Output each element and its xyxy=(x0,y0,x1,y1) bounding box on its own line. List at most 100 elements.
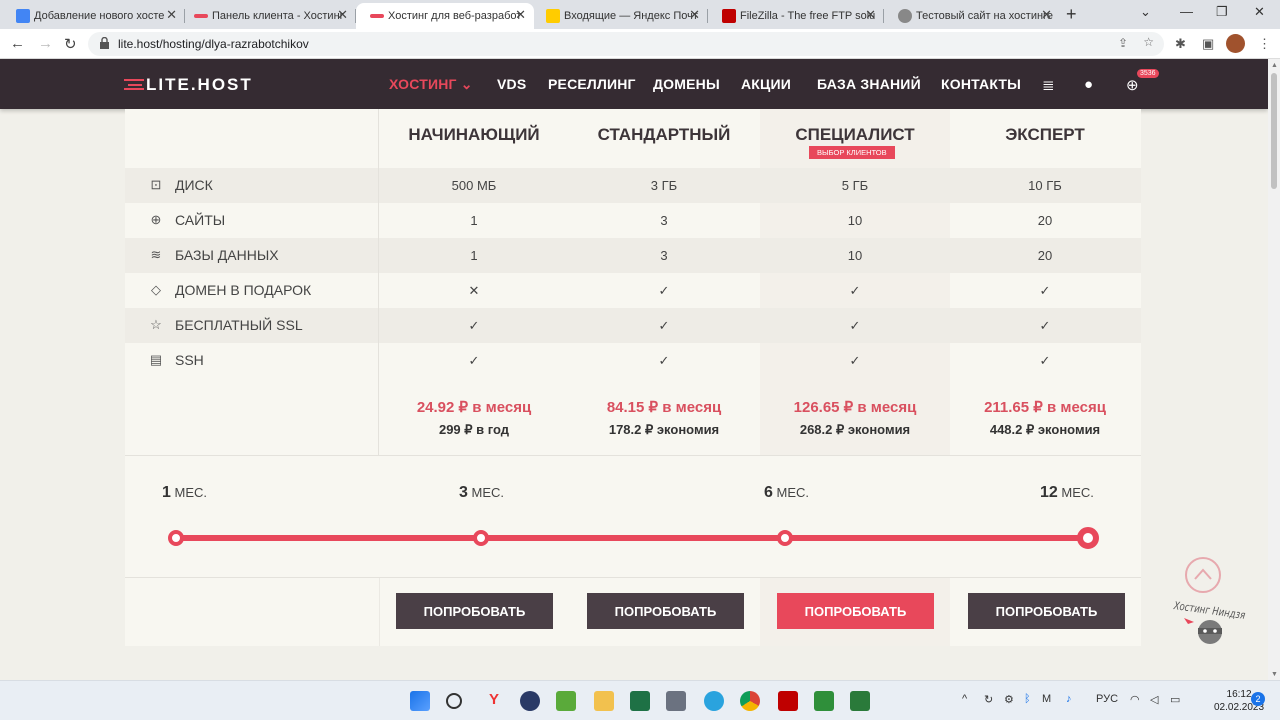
period-label-3[interactable]: 3 МЕС. xyxy=(459,484,504,502)
bluetooth-icon[interactable]: ᛒ xyxy=(1024,693,1031,705)
slider-handle-selected[interactable] xyxy=(1077,527,1099,549)
feature-row-ssh: ▤ SSH ✓ ✓ ✓ ✓ xyxy=(149,352,1051,368)
try-button-standard[interactable]: ПОПРОБОВАТЬ xyxy=(587,593,744,629)
divider xyxy=(125,455,1141,456)
battery-icon[interactable]: ▭ xyxy=(1170,693,1180,706)
nav-vds[interactable]: VDS xyxy=(497,76,526,92)
app-c-icon[interactable] xyxy=(814,691,834,711)
slider-stop-1[interactable] xyxy=(168,530,184,546)
share-icon[interactable]: ⇪ xyxy=(1118,36,1128,50)
disk-icon: ⊡ xyxy=(150,177,162,192)
wifi-icon[interactable]: ◠ xyxy=(1130,693,1140,706)
close-tab-icon[interactable]: ✕ xyxy=(689,7,700,23)
profile-avatar[interactable] xyxy=(1226,34,1245,53)
restore-icon[interactable]: ❐ xyxy=(1216,4,1228,20)
close-tab-icon[interactable]: ✕ xyxy=(166,7,177,23)
game-icon[interactable] xyxy=(556,691,576,711)
side-panel-icon[interactable]: ▣ xyxy=(1202,36,1214,52)
price-standard: 84.15 ₽ в месяц xyxy=(606,399,722,416)
nav-domains[interactable]: ДОМЕНЫ xyxy=(653,76,720,92)
tab-search-icon[interactable]: ⌄ xyxy=(1140,4,1151,20)
price-expert: 211.65 ₽ в месяц xyxy=(984,399,1106,416)
feature-row-databases: ≋ БАЗЫ ДАННЫХ 1 3 10 20 xyxy=(125,238,1141,273)
browser-tab-active[interactable]: Хостинг для веб-разработ ✕ xyxy=(356,3,534,29)
menu-dots-icon[interactable]: ⋮ xyxy=(1258,36,1271,52)
watermark-text: Хостинг Ниндзя xyxy=(1172,599,1246,622)
forward-icon[interactable]: → xyxy=(38,35,53,52)
filezilla-icon xyxy=(722,9,736,23)
scrollbar-thumb[interactable] xyxy=(1271,73,1277,189)
divider xyxy=(125,577,1141,578)
feature-row-disk: ⊡ ДИСК 500 МБ 3 ГБ 5 ГБ 10 ГБ xyxy=(125,168,1141,203)
server-icon[interactable]: ≣ xyxy=(1042,76,1055,94)
slider-stop-6[interactable] xyxy=(777,530,793,546)
close-tab-icon[interactable]: ✕ xyxy=(865,7,876,23)
period-label-12[interactable]: 12 МЕС. xyxy=(1040,484,1094,502)
user-icon[interactable]: ● xyxy=(1084,76,1093,93)
browser-tab[interactable]: Входящие — Яндекс Почт ✕ xyxy=(532,3,708,29)
tray-chevron-icon[interactable]: ^ xyxy=(962,693,967,705)
sync-icon[interactable]: ↻ xyxy=(984,693,993,706)
browser-tab[interactable]: Тестовый сайт на хостинге ✕ xyxy=(884,3,1060,29)
nav-promotions[interactable]: АКЦИИ xyxy=(741,76,791,92)
excel-icon[interactable] xyxy=(630,691,650,711)
search-icon[interactable] xyxy=(446,693,462,709)
settings-icon[interactable]: ⚙ xyxy=(1004,693,1014,706)
site-logo[interactable]: LITE.HOST xyxy=(124,75,253,95)
period-slider-track[interactable] xyxy=(176,535,1088,541)
new-tab-icon[interactable]: + xyxy=(1066,4,1077,25)
try-button-beginner[interactable]: ПОПРОБОВАТЬ xyxy=(396,593,553,629)
filezilla-icon[interactable] xyxy=(778,691,798,711)
lock-icon xyxy=(100,37,109,49)
calculator-icon[interactable] xyxy=(666,691,686,711)
try-button-specialist[interactable]: ПОПРОБОВАТЬ xyxy=(777,593,934,629)
notification-count[interactable]: 2 xyxy=(1251,692,1265,706)
savings-specialist: 268.2 ₽ экономия xyxy=(799,422,911,437)
url-input[interactable]: lite.host/hosting/dlya-razrabotchikov ⇪ … xyxy=(88,32,1164,56)
telegram-icon[interactable] xyxy=(704,691,724,711)
lite-host-icon xyxy=(370,14,384,18)
slider-stop-3[interactable] xyxy=(473,530,489,546)
browser-tab[interactable]: Добавление нового хосте ✕ xyxy=(2,3,185,29)
chrome-icon[interactable] xyxy=(740,691,760,711)
nav-hosting[interactable]: ХОСТИНГ ⌄ xyxy=(389,76,473,93)
close-window-icon[interactable]: ✕ xyxy=(1254,4,1265,20)
close-tab-icon[interactable]: ✕ xyxy=(515,7,526,23)
globe-icon[interactable]: ⊕ xyxy=(1126,76,1139,94)
nav-knowledge-base[interactable]: БАЗА ЗНАНИЙ xyxy=(817,76,921,92)
period-label-1[interactable]: 1 МЕС. xyxy=(162,484,207,502)
browser-tab[interactable]: Панель клиента - Хостинг ✕ xyxy=(180,3,356,29)
minimize-icon[interactable]: — xyxy=(1180,4,1193,19)
price-beginner: 24.92 ₽ в месяц xyxy=(416,399,532,416)
back-icon[interactable]: ← xyxy=(10,35,25,52)
language-indicator[interactable]: РУС xyxy=(1096,693,1118,705)
price-specialist: 126.65 ₽ в месяц xyxy=(793,399,917,416)
bookmark-star-icon[interactable]: ☆ xyxy=(1143,35,1154,49)
period-label-6[interactable]: 6 МЕС. xyxy=(764,484,809,502)
close-tab-icon[interactable]: ✕ xyxy=(1041,7,1052,23)
extensions-icon[interactable]: ✱ xyxy=(1175,36,1186,52)
reload-icon[interactable]: ↻ xyxy=(64,35,77,53)
vpn-icon[interactable] xyxy=(520,691,540,711)
mail-tray-icon[interactable]: M xyxy=(1042,693,1051,705)
nav-contacts[interactable]: КОНТАКТЫ xyxy=(941,76,1021,92)
nav-reselling[interactable]: РЕСЕЛЛИНГ xyxy=(548,76,636,92)
savings-expert: 448.2 ₽ экономия xyxy=(989,422,1101,437)
docs-icon xyxy=(16,9,30,23)
feature-row-free-domain: ◇ ДОМЕН В ПОДАРОК ✕ ✓ ✓ ✓ xyxy=(151,282,1051,298)
start-icon[interactable] xyxy=(410,691,430,711)
close-tab-icon[interactable]: ✕ xyxy=(337,7,348,23)
app-c2-icon[interactable] xyxy=(850,691,870,711)
page-scrollbar[interactable]: ▲ ▼ xyxy=(1268,59,1280,680)
volume-icon[interactable]: ◁ xyxy=(1150,693,1158,706)
browser-tab[interactable]: FileZilla - The free FTP solu ✕ xyxy=(708,3,884,29)
savings-standard: 178.2 ₽ экономия xyxy=(608,422,720,437)
mic-icon[interactable]: ♪ xyxy=(1066,693,1072,705)
try-button-expert[interactable]: ПОПРОБОВАТЬ xyxy=(968,593,1125,629)
globe-icon: ⊕ xyxy=(150,212,162,227)
address-bar-row: ← → ↻ lite.host/hosting/dlya-razrabotchi… xyxy=(0,29,1280,59)
star-icon: ☆ xyxy=(150,317,162,332)
feature-row-ssl: ☆ БЕСПЛАТНЫЙ SSL ✓ ✓ ✓ ✓ xyxy=(125,308,1141,343)
yandex-browser-icon[interactable]: Y xyxy=(484,691,504,711)
folder-icon[interactable] xyxy=(594,691,614,711)
